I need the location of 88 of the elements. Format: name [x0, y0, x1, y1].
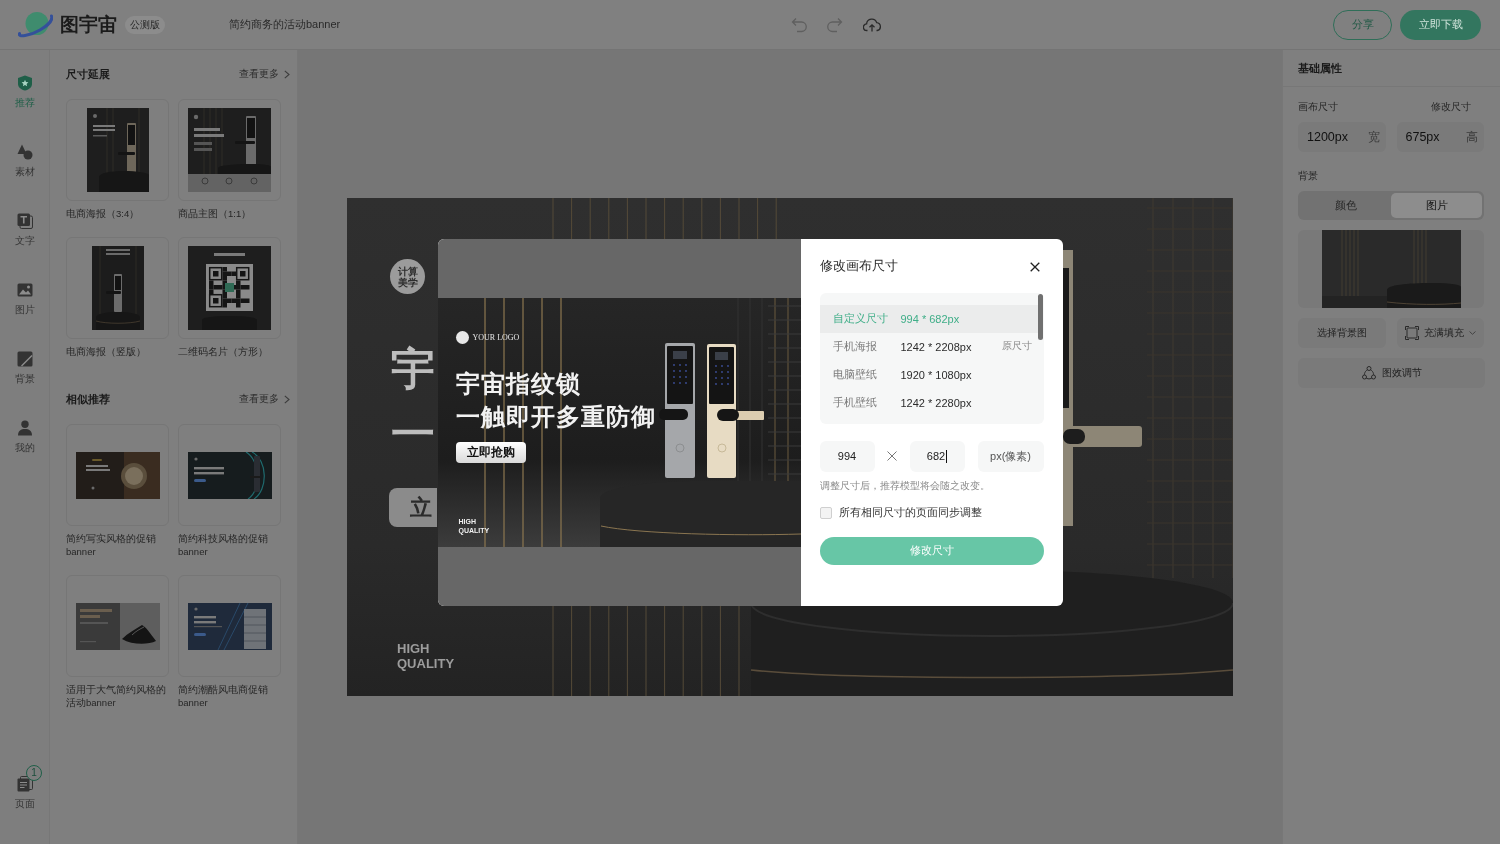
- planet-logo-icon: [18, 11, 53, 38]
- person-icon: [16, 420, 33, 436]
- chevron-right-icon: [284, 394, 290, 404]
- chevron-down-icon: [1468, 331, 1476, 335]
- section-title: 尺寸延展: [66, 67, 110, 81]
- field-label: 背景: [1298, 170, 1318, 181]
- checkbox-label: 所有相同尺寸的页面同步调整: [838, 505, 982, 520]
- view-more-link[interactable]: 查看更多: [239, 393, 290, 405]
- beta-badge: 公测版: [125, 15, 165, 34]
- text-icon: [16, 213, 33, 229]
- sidebar-tab[interactable]: 图片: [0, 277, 49, 346]
- dialog-title: 修改画布尺寸: [819, 258, 898, 275]
- preset-size: 1242 * 2208px: [900, 340, 973, 353]
- template-caption: 二维码名片（方形）: [178, 345, 269, 358]
- cta-label: 立: [389, 488, 437, 527]
- template-caption: 简约写实风格的促销banner: [66, 532, 157, 558]
- headline-text: 宇 一: [391, 343, 435, 460]
- template-caption: 商品主图（1:1）: [178, 207, 253, 220]
- preset-note: 原尺寸: [1001, 340, 1032, 353]
- sidebar-tab[interactable]: 素材: [0, 139, 49, 208]
- template-caption: 适用于大气简约风格的活动banner: [66, 683, 167, 709]
- template-card[interactable]: [66, 424, 169, 526]
- resize-link[interactable]: 修改尺寸: [1431, 101, 1471, 112]
- size-input[interactable]: 994: [819, 440, 875, 472]
- sidebar-tab[interactable]: 背景: [0, 346, 49, 415]
- page-count-badge: 1: [26, 765, 42, 781]
- template-card[interactable]: [178, 237, 281, 339]
- template-card[interactable]: [66, 237, 169, 339]
- preset-option[interactable]: 手机壁纸 1242 * 2280px: [819, 388, 1038, 417]
- template-caption: 简约潮酷风电商促销banner: [178, 683, 269, 709]
- shapes-icon: [16, 144, 33, 160]
- panel-title: 基础属性: [1298, 60, 1342, 76]
- square-slash-icon: [16, 351, 33, 367]
- preset-size: 994 * 682px: [900, 312, 961, 325]
- preset-name: 手机壁纸: [832, 395, 878, 410]
- preset-size: 1920 * 1080px: [900, 368, 973, 381]
- preset-size: 1242 * 2280px: [900, 396, 973, 409]
- preset-name: 电脑壁纸: [832, 367, 878, 382]
- template-caption: 电商海报（竖版）: [66, 345, 147, 358]
- sidebar-tab[interactable]: 我的: [0, 415, 49, 484]
- section-title: 相似推荐: [66, 392, 110, 406]
- preset-option[interactable]: 手机海报 1242 * 2208px 原尺寸: [819, 332, 1038, 361]
- template-caption: 简约科技风格的促销banner: [178, 532, 269, 558]
- scrollbar[interactable]: [1037, 293, 1043, 340]
- document-title: 简约商务的活动banner: [229, 17, 342, 32]
- sidebar-tab[interactable]: 页面 1: [0, 765, 49, 810]
- template-card[interactable]: [178, 575, 281, 677]
- template-card[interactable]: [66, 99, 169, 201]
- document-icon: [16, 776, 33, 792]
- close-icon[interactable]: [1029, 261, 1040, 272]
- checkbox[interactable]: [819, 506, 832, 519]
- view-more-link[interactable]: 查看更多: [239, 68, 290, 80]
- preset-name: 手机海报: [832, 339, 878, 354]
- size-field[interactable]: 1200px 宽: [1298, 122, 1386, 152]
- resize-button[interactable]: 修改尺寸: [819, 536, 1044, 565]
- cloud-upload-icon[interactable]: [863, 17, 881, 32]
- chevron-right-icon: [284, 69, 290, 79]
- preset-name: 自定义尺寸: [832, 311, 889, 326]
- three-circles-icon: [1361, 366, 1376, 380]
- tagline-text: HIGH QUALITY: [397, 641, 455, 671]
- download-button[interactable]: 立即下载: [1400, 9, 1481, 40]
- frame-corners-icon: [1404, 326, 1419, 340]
- fill-mode-dropdown[interactable]: 充满填充: [1396, 318, 1484, 348]
- sidebar-tab[interactable]: 文字: [0, 208, 49, 277]
- unit-label: 高: [1466, 129, 1478, 145]
- unit-label: 宽: [1367, 129, 1380, 145]
- template-caption: 电商海报（3:4）: [66, 207, 141, 220]
- segment-tab[interactable]: 图片: [1391, 193, 1482, 218]
- brand-name: 图宇宙: [60, 13, 117, 36]
- logo-badge: 计算 美学: [390, 259, 425, 294]
- choose-background-button[interactable]: 选择背景图: [1298, 318, 1386, 348]
- shield-star-icon: [16, 75, 33, 91]
- logo-text: YOUR LOGO: [472, 332, 520, 342]
- hint-text: 调整尺寸后，推荐模型将会随之改变。: [819, 478, 991, 492]
- template-card[interactable]: [178, 424, 281, 526]
- image-effects-button[interactable]: 图效调节: [1298, 358, 1485, 388]
- unit-selector[interactable]: px(像素): [977, 440, 1044, 472]
- preset-option[interactable]: 自定义尺寸 994 * 682px: [819, 304, 1038, 333]
- segment-tab[interactable]: 颜色: [1300, 193, 1391, 218]
- template-card[interactable]: [178, 99, 281, 201]
- template-card[interactable]: [66, 575, 169, 677]
- preset-option[interactable]: 电脑壁纸 1920 * 1080px: [819, 360, 1038, 389]
- multiply-icon: [887, 451, 897, 461]
- size-field[interactable]: 675px 高: [1396, 122, 1484, 152]
- field-label: 画布尺寸: [1298, 101, 1338, 112]
- headline-text: 宇宙指纹锁 一触即开多重防御: [455, 368, 656, 432]
- size-input[interactable]: 682: [909, 440, 965, 472]
- image-icon: [16, 282, 33, 298]
